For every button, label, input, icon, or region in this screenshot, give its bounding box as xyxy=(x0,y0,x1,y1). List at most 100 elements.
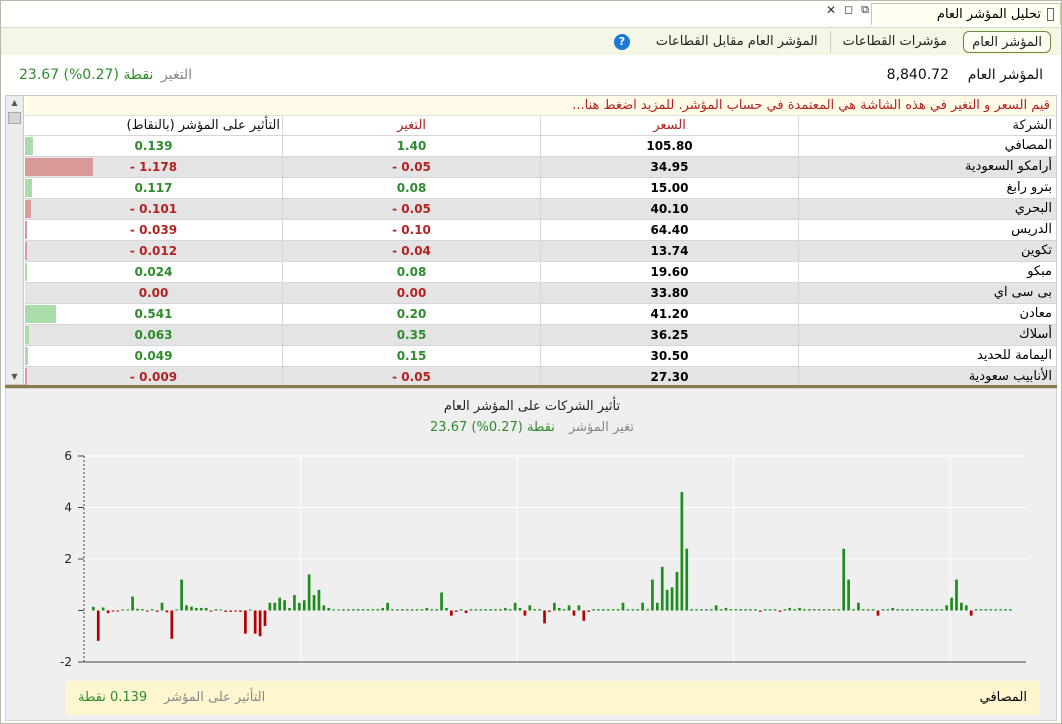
chart-bar xyxy=(842,548,846,611)
chart-bar xyxy=(803,609,806,611)
impact-bar xyxy=(25,200,31,218)
header-impact[interactable]: التأثير على المؤشر (بالنقاط) xyxy=(25,116,282,135)
chart-bar xyxy=(651,579,654,611)
chart-bar xyxy=(857,602,860,611)
cell-change: 0.04 - xyxy=(282,241,540,261)
chart-bar xyxy=(160,602,164,611)
table-row[interactable]: المصافي 105.80 1.40 0.139 xyxy=(25,136,1056,157)
table-row[interactable]: أرامكو السعودية 34.95 0.05 - 1.178 - xyxy=(25,157,1056,178)
cell-impact: 0.039 - xyxy=(25,220,282,240)
document-tab[interactable]: تحليل المؤشر العام xyxy=(871,3,1061,25)
chart-bar xyxy=(979,609,983,611)
vertical-scrollbar[interactable]: ▲ ▼ xyxy=(6,96,24,384)
chart-bar xyxy=(386,602,389,611)
impact-bar xyxy=(25,158,93,176)
chart-bar xyxy=(567,605,571,611)
impact-bar-chart[interactable]: 6 4 2 -2 xyxy=(6,444,1058,674)
cell-price: 19.60 xyxy=(540,262,798,282)
chart-bar xyxy=(690,609,694,611)
table-row[interactable]: مبكو 19.60 0.08 0.024 xyxy=(25,262,1056,283)
chart-bar xyxy=(317,589,321,611)
header-company[interactable]: الشركة xyxy=(798,116,1056,135)
cell-change: 0.08 xyxy=(282,178,540,198)
help-icon[interactable]: ? xyxy=(613,33,630,50)
table-row[interactable]: معادن 41.20 0.20 0.541 xyxy=(25,304,1056,325)
chart-bar xyxy=(685,548,689,611)
chart-bar xyxy=(739,609,743,611)
chart-bar xyxy=(641,602,644,611)
info-notice-link[interactable]: قيم السعر و التغير في هذه الشاشة هي المع… xyxy=(25,96,1056,116)
chart-bar xyxy=(244,610,247,634)
table-row[interactable]: تكوين 13.74 0.04 - 0.012 - xyxy=(25,241,1056,262)
cell-impact: 0.049 xyxy=(25,346,282,366)
chart-bar xyxy=(616,609,620,611)
chart-bar xyxy=(361,609,365,611)
header-price[interactable]: السعر xyxy=(540,116,798,135)
chart-bar xyxy=(847,579,850,611)
impact-bar xyxy=(25,221,27,239)
table-row[interactable]: الدريس 64.40 0.10 - 0.039 - xyxy=(25,220,1056,241)
chart-bar xyxy=(415,609,419,611)
table-grid: الشركة السعر التغير التأثير على المؤشر (… xyxy=(25,116,1056,388)
chart-bar xyxy=(832,609,836,611)
chart-bar xyxy=(906,609,909,611)
cell-price: 40.10 xyxy=(540,199,798,219)
scroll-down-icon[interactable]: ▼ xyxy=(6,370,23,384)
chart-bar xyxy=(700,609,703,611)
chart-bar xyxy=(180,579,183,611)
cell-impact: 0.012 - xyxy=(25,241,282,261)
cell-company: معادن xyxy=(798,304,1056,324)
chart-bar xyxy=(464,610,468,614)
tab-sector-indices[interactable]: مؤشرات القطاعات xyxy=(829,30,959,53)
chart-bar xyxy=(553,602,556,611)
chart-bar xyxy=(479,609,483,611)
chart-bar xyxy=(964,605,968,611)
chart-subtitle-label: تغير المؤشر xyxy=(568,420,634,435)
chart-bar xyxy=(871,609,875,611)
chart-bar xyxy=(749,609,752,611)
chart-bar xyxy=(763,609,767,611)
chart-subtitle: تغير المؤشر 23.67 نقطة (0.27%) xyxy=(6,420,1058,435)
cell-change: 0.35 xyxy=(282,325,540,345)
chart-bar xyxy=(356,609,360,611)
tab-controls: ✕ ◻ ⧉ xyxy=(826,3,869,17)
chart-bar xyxy=(915,609,919,611)
chart-bar xyxy=(714,605,718,611)
close-icon[interactable]: ✕ xyxy=(826,3,836,17)
table-row[interactable]: أسلاك 36.25 0.35 0.063 xyxy=(25,325,1056,346)
impact-bar xyxy=(25,347,28,365)
tab-general-index[interactable]: المؤشر العام xyxy=(963,30,1051,53)
cell-company: أرامكو السعودية xyxy=(798,157,1056,177)
chart-bar xyxy=(783,609,787,611)
cell-company: بترو رابغ xyxy=(798,178,1056,198)
chart-bar xyxy=(214,609,218,611)
cell-price: 36.25 xyxy=(540,325,798,345)
chart-bar xyxy=(861,609,865,611)
document-icon xyxy=(1047,8,1054,21)
cell-change: 0.15 xyxy=(282,346,540,366)
cell-company: أسلاك xyxy=(798,325,1056,345)
chart-bar xyxy=(817,609,821,611)
footer-company: المصافي xyxy=(979,690,1027,705)
y-tick-label: 6 xyxy=(64,449,72,463)
table-row[interactable]: البحري 40.10 0.05 - 0.101 - xyxy=(25,199,1056,220)
table-row[interactable]: بى سى اي 33.80 0.00 0.00 xyxy=(25,283,1056,304)
chart-bar xyxy=(396,609,399,611)
chart-bar xyxy=(886,609,890,611)
scroll-thumb[interactable] xyxy=(8,112,21,124)
tab-index-vs-sectors[interactable]: المؤشر العام مقابل القطاعات xyxy=(644,31,830,53)
header-change[interactable]: التغير xyxy=(282,116,540,135)
chart-bar xyxy=(445,607,448,611)
chart-bar xyxy=(788,607,792,611)
dock-icon[interactable]: ⧉ xyxy=(861,3,869,17)
impact-value: 0.101 - xyxy=(129,202,178,216)
table-row[interactable]: بترو رابغ 15.00 0.08 0.117 xyxy=(25,178,1056,199)
chart-bar xyxy=(347,609,350,611)
cell-impact: 0.101 - xyxy=(25,199,282,219)
table-row[interactable]: اليمامة للحديد 30.50 0.15 0.049 xyxy=(25,346,1056,367)
scroll-up-icon[interactable]: ▲ xyxy=(6,96,23,110)
chart-bar xyxy=(876,610,880,616)
restore-icon[interactable]: ◻ xyxy=(844,3,853,17)
chart-bar xyxy=(655,602,659,611)
chart-bar xyxy=(597,609,600,611)
